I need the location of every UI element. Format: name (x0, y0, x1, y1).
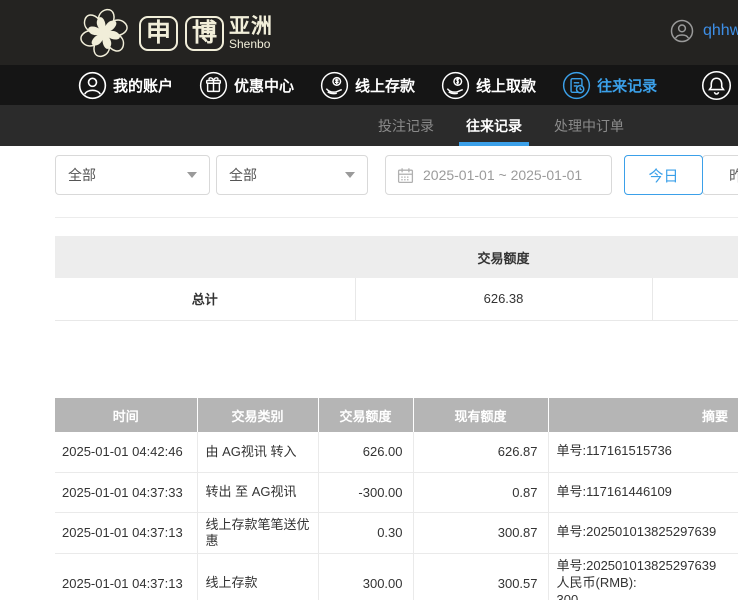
cell-amount: 626.00 (318, 432, 413, 472)
logo-wordmark: 亚洲 Shenbo (229, 16, 273, 51)
cell-note: 单号:202501013825297639 (548, 512, 738, 554)
logo-subtitle-text: Shenbo (229, 38, 273, 51)
main-navigation: 我的账户 优惠中心 (0, 65, 738, 105)
summary-table: 交易额度 总计 626.38 (55, 236, 738, 321)
table-row: 2025-01-01 04:37:13 线上存款 300.00 300.57 单… (55, 554, 738, 600)
column-header-balance: 现有额度 (413, 398, 548, 432)
summary-total-value: 626.38 (355, 278, 652, 320)
date-range-value: 2025-01-01 ~ 2025-01-01 (423, 167, 582, 183)
summary-total-label: 总计 (55, 278, 355, 320)
cell-balance: 300.87 (413, 512, 548, 554)
today-button[interactable]: 今日 (624, 155, 703, 195)
brand-logo[interactable]: 申 博 亚洲 Shenbo (76, 4, 273, 62)
date-range-input[interactable]: 2025-01-01 ~ 2025-01-01 (385, 155, 612, 195)
category-select-value: 全部 (68, 165, 96, 185)
bell-icon (701, 70, 732, 101)
yesterday-button[interactable]: 昨日 (702, 155, 738, 195)
nav-item-my-account[interactable]: 我的账户 (78, 71, 173, 100)
summary-header-empty (55, 236, 355, 278)
cell-amount: 300.00 (318, 554, 413, 600)
chevron-down-icon (345, 172, 355, 178)
cell-balance: 626.87 (413, 432, 548, 472)
cell-note: 单号:117161446109 (548, 472, 738, 512)
cell-time: 2025-01-01 04:37:33 (55, 472, 197, 512)
table-row: 2025-01-01 04:37:33 转出 至 AG视讯 -300.00 0.… (55, 472, 738, 512)
top-header: 申 博 亚洲 Shenbo qhhw (0, 0, 738, 65)
withdraw-icon (441, 71, 470, 100)
cell-type: 线上存款笔笔送优惠 (197, 512, 318, 554)
summary-total-row: 总计 626.38 (55, 278, 738, 320)
transaction-records-page: 申 博 亚洲 Shenbo qhhw (0, 0, 738, 600)
flower-logo-icon (76, 5, 132, 61)
user-avatar-icon (670, 19, 694, 43)
gift-icon (199, 71, 228, 100)
cell-amount: -300.00 (318, 472, 413, 512)
records-tab-bar: 投注记录 往来记录 处理中订单 (0, 105, 738, 146)
chevron-down-icon (187, 172, 197, 178)
records-icon (562, 71, 591, 100)
nav-item-deposit[interactable]: 线上存款 (320, 71, 415, 100)
nav-label: 线上存款 (355, 75, 415, 96)
tab-transaction-records[interactable]: 往来记录 (466, 105, 522, 146)
nav-label: 优惠中心 (234, 75, 294, 96)
column-header-time: 时间 (55, 398, 197, 432)
table-row: 2025-01-01 04:37:13 线上存款笔笔送优惠 0.30 300.8… (55, 512, 738, 554)
cell-time: 2025-01-01 04:42:46 (55, 432, 197, 472)
summary-header-empty (652, 236, 738, 278)
summary-header-amount: 交易额度 (355, 236, 652, 278)
nav-item-transaction-records[interactable]: 往来记录 (562, 71, 657, 100)
user-icon (78, 71, 107, 100)
nav-item-withdraw[interactable]: 线上取款 (441, 71, 536, 100)
notifications-button[interactable] (701, 70, 732, 101)
cell-type: 转出 至 AG视讯 (197, 472, 318, 512)
category-select[interactable]: 全部 (55, 155, 210, 195)
cell-note: 单号:202501013825297639 人民币(RMB): 300 (548, 554, 738, 600)
column-header-type: 交易类别 (197, 398, 318, 432)
cell-type: 由 AG视讯 转入 (197, 432, 318, 472)
table-row: 2025-01-01 04:42:46 由 AG视讯 转入 626.00 626… (55, 432, 738, 472)
logo-box-bo: 博 (185, 16, 224, 51)
records-header-row: 时间 交易类别 交易额度 现有额度 摘要 (55, 398, 738, 432)
records-table: 时间 交易类别 交易额度 现有额度 摘要 2025-01-01 04:42:46… (55, 398, 738, 600)
nav-item-promotions[interactable]: 优惠中心 (199, 71, 294, 100)
cell-balance: 0.87 (413, 472, 548, 512)
cell-time: 2025-01-01 04:37:13 (55, 512, 197, 554)
cell-time: 2025-01-01 04:37:13 (55, 554, 197, 600)
tab-pending-orders[interactable]: 处理中订单 (554, 105, 624, 146)
filter-divider (55, 217, 738, 218)
logo-box-shen: 申 (139, 16, 178, 51)
column-header-amount: 交易额度 (318, 398, 413, 432)
type-select[interactable]: 全部 (216, 155, 368, 195)
username-text[interactable]: qhhw (703, 22, 738, 40)
tab-betting-records[interactable]: 投注记录 (378, 105, 434, 146)
cell-type: 线上存款 (197, 554, 318, 600)
nav-label: 线上取款 (476, 75, 536, 96)
summary-empty-cell (652, 278, 738, 320)
summary-header-row: 交易额度 (55, 236, 738, 278)
cell-balance: 300.57 (413, 554, 548, 600)
cell-note: 单号:117161515736 (548, 432, 738, 472)
nav-label: 往来记录 (597, 75, 657, 96)
cell-amount: 0.30 (318, 512, 413, 554)
user-account-area[interactable]: qhhw (670, 19, 738, 43)
nav-label: 我的账户 (113, 75, 173, 96)
type-select-value: 全部 (229, 165, 257, 185)
column-header-note: 摘要 (548, 398, 738, 432)
calendar-icon (397, 167, 414, 184)
deposit-icon (320, 71, 349, 100)
logo-region-text: 亚洲 (229, 16, 273, 38)
